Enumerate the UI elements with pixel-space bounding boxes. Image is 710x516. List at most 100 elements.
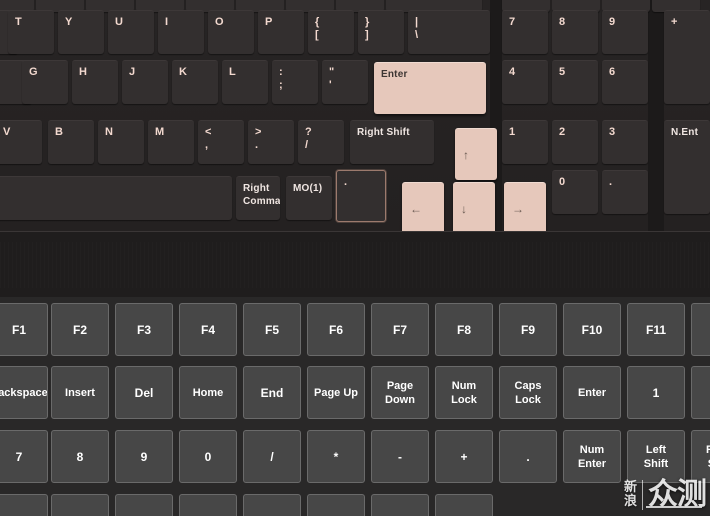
keycap-mo-1-r4c2[interactable]: MO(1) [286,176,332,220]
keycap-o-r1c5[interactable]: O [208,10,254,54]
keycap-7-r1c10[interactable]: 7 [502,10,548,54]
keycap-blank-r2c6[interactable]: : ; [272,60,318,104]
keycap-blank-r1c8[interactable]: } ] [358,10,404,54]
keycap-h-r2c2[interactable]: H [72,60,118,104]
palette-key-f9-r0c8[interactable]: F9 [499,303,557,356]
palette-key-blank-r3c0[interactable] [0,494,48,516]
keycap-u-r1c3[interactable]: U [108,10,154,54]
keycap-p-r1c6[interactable]: P [258,10,304,54]
keycap-label: P [265,16,273,28]
palette-key-blank-r2c6[interactable]: - [371,430,429,483]
palette-key-f10-r0c9[interactable]: F10 [563,303,621,356]
keycap-blank-r1c9[interactable]: | \ [408,10,490,54]
keycap-blank-r1c13[interactable]: + [664,10,710,104]
keycap-5-r2c10[interactable]: 5 [552,60,598,104]
keycap-l-r2c5[interactable]: L [222,60,268,104]
keycap-blank-r4c8[interactable]: . [602,170,648,214]
palette-key-num-enter-r2c9[interactable]: Num Enter [563,430,621,483]
keycap-m-r3c3[interactable]: M [148,120,194,164]
keycap-blank-r1c7[interactable]: { [ [308,10,354,54]
palette-key-f7-r0c6[interactable]: F7 [371,303,429,356]
palette-key-f6-r0c5[interactable]: F6 [307,303,365,356]
palette-key-backspace-r1c0[interactable]: Backspace [0,366,48,419]
keycap-j-r2c3[interactable]: J [122,60,168,104]
keycap-blank-r3c8[interactable]: ↑ [455,128,497,180]
palette-key-blank-r3c6[interactable] [371,494,429,516]
palette-key-enter-r1c9[interactable]: Enter [563,366,621,419]
keycap-8-r1c11[interactable]: 8 [552,10,598,54]
keycap-label: H [79,66,88,78]
keycap-blank-r3c5[interactable]: > . [248,120,294,164]
keycap-y-r1c2[interactable]: Y [58,10,104,54]
palette-key-blank-r3c4[interactable] [243,494,301,516]
keycap-g-r2c1[interactable]: G [22,60,68,104]
palette-key-num-lock-r1c7[interactable]: Num Lock [435,366,493,419]
palette-key-blank-r3c3[interactable] [179,494,237,516]
keycap-label: 6 [609,66,616,78]
palette-key-end-r1c4[interactable]: End [243,366,301,419]
keycap-blank-r4c5[interactable]: ↓ [453,182,495,231]
keycap-9-r1c12[interactable]: 9 [602,10,648,54]
palette-key-f2-r0c1[interactable]: F2 [51,303,109,356]
keycap-2-r3c10[interactable]: 2 [552,120,598,164]
keycap-k-r2c4[interactable]: K [172,60,218,104]
keycap-blank-r4c4[interactable]: ← [402,182,444,231]
keycap-b-r3c1[interactable]: B [48,120,94,164]
palette-key-blank-r2c5[interactable]: * [307,430,365,483]
palette-key-f8-r0c7[interactable]: F8 [435,303,493,356]
palette-key-9-r2c2[interactable]: 9 [115,430,173,483]
palette-key-f1-r0c0[interactable]: F1 [0,303,48,356]
keycap-right-shift-r3c7[interactable]: Right Shift [350,120,434,164]
palette-key-blank-r3c7[interactable] [435,494,493,516]
keycap-n-ent-r3c12[interactable]: N.Ent [664,120,710,214]
keycap-blank-r4c6[interactable]: → [504,182,546,231]
palette-key-label: F7 [392,322,407,337]
keycap-blank-r2c7[interactable]: " ' [322,60,368,104]
palette-key-page-up-r1c5[interactable]: Page Up [307,366,365,419]
keycap-3-r3c11[interactable]: 3 [602,120,648,164]
palette-key-page-down-r1c6[interactable]: Page Down [371,366,429,419]
keycap-blank-r4c3[interactable]: . [336,170,386,222]
keycap-n-r3c2[interactable]: N [98,120,144,164]
palette-key-home-r1c3[interactable]: Home [179,366,237,419]
palette-key-0-r2c3[interactable]: 0 [179,430,237,483]
palette-key-f4-r0c3[interactable]: F4 [179,303,237,356]
palette-key-f5-r0c4[interactable]: F5 [243,303,301,356]
palette-key-label: Insert [65,386,95,399]
keycap-label: V [3,126,11,138]
palette-key-f3-r0c2[interactable]: F3 [115,303,173,356]
palette-key-blank-r3c5[interactable] [307,494,365,516]
keycap-4-r2c9[interactable]: 4 [502,60,548,104]
palette-key-del-r1c2[interactable]: Del [115,366,173,419]
keycap-label: ? / [305,126,312,151]
palette-key-f12-r0c11[interactable]: F12 [691,303,710,356]
palette-key-blank-r2c8[interactable]: . [499,430,557,483]
palette-key-label: 0 [204,449,212,464]
keycap-0-r4c7[interactable]: 0 [552,170,598,214]
keycap-v-r3c0[interactable]: V [0,120,42,164]
keycap-6-r2c11[interactable]: 6 [602,60,648,104]
palette-key-1-r1c10[interactable]: 1 [627,366,685,419]
keycap-label: 9 [609,16,616,28]
palette-key-caps-lock-r1c8[interactable]: Caps Lock [499,366,557,419]
palette-key-2-r1c11[interactable]: 2 [691,366,710,419]
keycap-blank-r3c6[interactable]: ? / [298,120,344,164]
keycap-blank-r3c4[interactable]: < , [198,120,244,164]
keycap-enter-r2c8[interactable]: Enter [374,62,486,114]
keycap-t-r1c1[interactable]: T [8,10,54,54]
palette-key-left-shift-r2c10[interactable]: Left Shift [627,430,685,483]
palette-key-blank-r3c1[interactable] [51,494,109,516]
palette-key-f11-r0c10[interactable]: F11 [627,303,685,356]
palette-key-blank-r3c2[interactable] [115,494,173,516]
palette-key-blank-r2c4[interactable]: / [243,430,301,483]
palette-key-blank-r2c7[interactable]: + [435,430,493,483]
palette-key-7-r2c0[interactable]: 7 [0,430,48,483]
keycap-i-r1c4[interactable]: I [158,10,204,54]
palette-key-label: Del [134,385,154,400]
palette-key-right-shift-r2c11[interactable]: Right Shift [691,430,710,483]
palette-key-8-r2c1[interactable]: 8 [51,430,109,483]
keycap-label: Right Shift [357,127,410,138]
palette-key-insert-r1c1[interactable]: Insert [51,366,109,419]
keycap-right-command-r4c1[interactable]: Right Command [236,176,280,220]
keycap-1-r3c9[interactable]: 1 [502,120,548,164]
